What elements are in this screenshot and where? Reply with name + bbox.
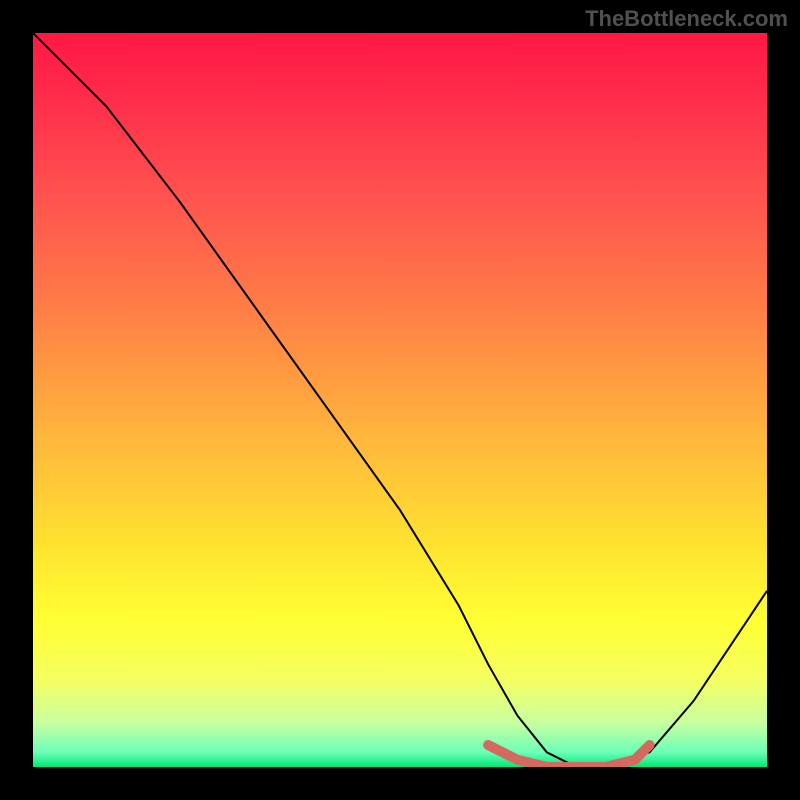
watermark-text: TheBottleneck.com [585,6,788,32]
chart-plot-area [33,33,767,767]
optimal-range-marker [488,745,649,767]
bottleneck-curve [33,33,767,767]
chart-svg [33,33,767,767]
